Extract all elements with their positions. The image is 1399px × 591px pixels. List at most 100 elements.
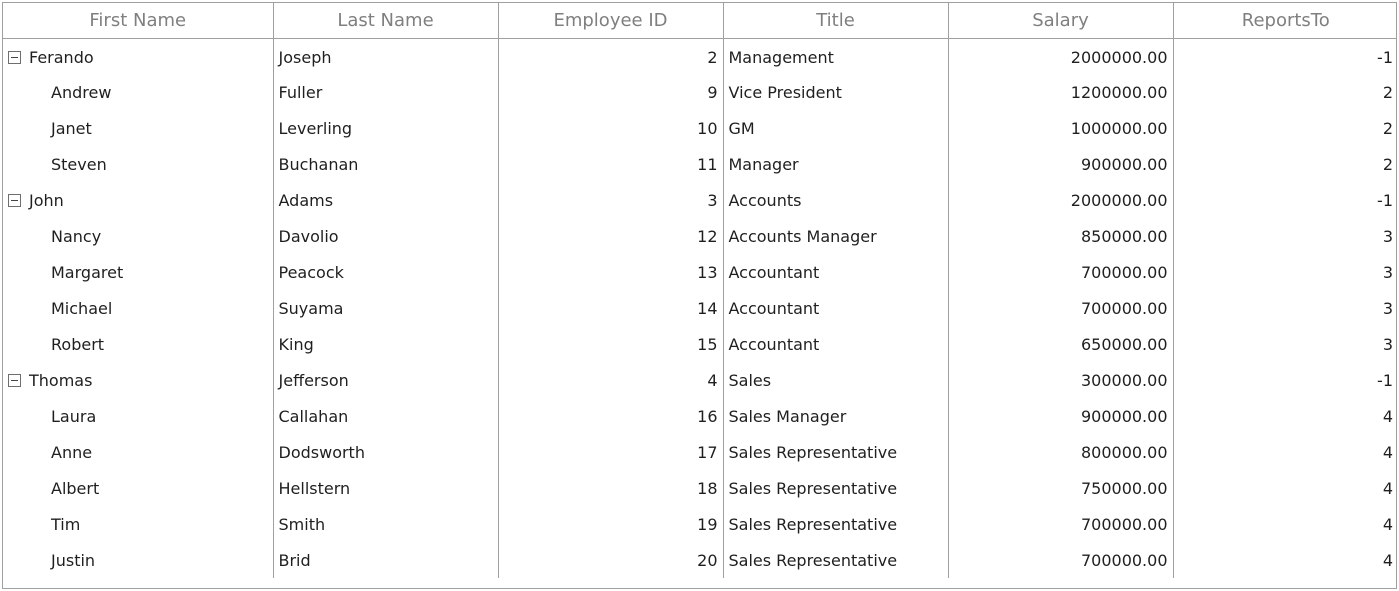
column-header-first-name[interactable]: First Name [3,3,274,39]
cell-last-name[interactable]: Hellstern [273,470,499,506]
cell-employee-id[interactable]: 2 [498,38,724,74]
cell-last-name[interactable]: Brid [273,542,499,578]
cell-first-name[interactable]: Justin [3,542,274,578]
cell-first-name[interactable]: Albert [3,470,274,506]
table-row-parent[interactable]: Thomas Jefferson 4 Sales 300000.00 -1 [3,362,1396,398]
table-row[interactable]: Justin Brid 20 Sales Representative 700000.0… [3,542,1396,578]
cell-title[interactable]: Sales Manager [723,398,949,434]
tree-grid[interactable]: First Name Last Name Employee ID Title S… [2,2,1397,589]
cell-salary[interactable]: 850000.00 [948,218,1174,254]
cell-last-name[interactable]: Leverling [273,110,499,146]
table-row[interactable]: Michael Suyama 14 Accountant 700000.00 3 [3,290,1396,326]
cell-reports-to[interactable]: 2 [1173,110,1396,146]
cell-employee-id[interactable]: 12 [498,218,724,254]
table-row[interactable]: Margaret Peacock 13 Accountant 700000.00 3 [3,254,1396,290]
cell-salary[interactable]: 700000.00 [948,290,1174,326]
cell-first-name[interactable]: Tim [3,506,274,542]
cell-employee-id[interactable]: 17 [498,434,724,470]
collapse-minus-icon[interactable] [8,193,21,207]
cell-employee-id[interactable]: 20 [498,542,724,578]
cell-title[interactable]: Management [723,38,949,74]
cell-first-name[interactable]: Nancy [3,218,274,254]
cell-last-name[interactable]: Davolio [273,218,499,254]
cell-reports-to[interactable]: 3 [1173,290,1396,326]
cell-last-name[interactable]: Suyama [273,290,499,326]
cell-title[interactable]: Sales Representative [723,470,949,506]
cell-salary[interactable]: 300000.00 [948,362,1174,398]
cell-employee-id[interactable]: 19 [498,506,724,542]
cell-first-name[interactable]: Thomas [3,362,274,398]
cell-first-name[interactable]: Janet [3,110,274,146]
cell-last-name[interactable]: Adams [273,182,499,218]
cell-title[interactable]: Accounts Manager [723,218,949,254]
cell-last-name[interactable]: Dodsworth [273,434,499,470]
table-row[interactable]: Tim Smith 19 Sales Representative 700000.00 4 [3,506,1396,542]
cell-first-name[interactable]: Margaret [3,254,274,290]
cell-salary[interactable]: 700000.00 [948,506,1174,542]
column-header-reports-to[interactable]: ReportsTo [1173,3,1396,39]
table-row[interactable]: Steven Buchanan 11 Manager 900000.00 2 [3,146,1396,182]
cell-reports-to[interactable]: -1 [1173,182,1396,218]
cell-title[interactable]: Vice President [723,74,949,110]
cell-salary[interactable]: 700000.00 [948,254,1174,290]
cell-reports-to[interactable]: 3 [1173,326,1396,362]
collapse-minus-icon[interactable] [8,373,21,387]
cell-title[interactable]: Sales Representative [723,506,949,542]
cell-salary[interactable]: 2000000.00 [948,182,1174,218]
cell-salary[interactable]: 900000.00 [948,146,1174,182]
cell-first-name[interactable]: Steven [3,146,274,182]
cell-title[interactable]: Sales [723,362,949,398]
table-row[interactable]: Nancy Davolio 12 Accounts Manager 850000.00 3 [3,218,1396,254]
cell-last-name[interactable]: Joseph [273,38,499,74]
table-row-parent[interactable]: John Adams 3 Accounts 2000000.00 -1 [3,182,1396,218]
cell-reports-to[interactable]: 4 [1173,542,1396,578]
table-row[interactable]: Janet Leverling 10 GM 1000000.00 2 [3,110,1396,146]
column-header-employee-id[interactable]: Employee ID [498,3,724,39]
cell-employee-id[interactable]: 4 [498,362,724,398]
cell-employee-id[interactable]: 10 [498,110,724,146]
cell-salary[interactable]: 650000.00 [948,326,1174,362]
cell-employee-id[interactable]: 9 [498,74,724,110]
table-row[interactable]: Albert Hellstern 18 Sales Representative 750… [3,470,1396,506]
column-header-salary[interactable]: Salary [948,3,1174,39]
cell-employee-id[interactable]: 16 [498,398,724,434]
cell-last-name[interactable]: Callahan [273,398,499,434]
cell-reports-to[interactable]: -1 [1173,38,1396,74]
cell-employee-id[interactable]: 15 [498,326,724,362]
cell-title[interactable]: GM [723,110,949,146]
cell-salary[interactable]: 1200000.00 [948,74,1174,110]
cell-title[interactable]: Accounts [723,182,949,218]
cell-first-name[interactable]: Robert [3,326,274,362]
cell-first-name[interactable]: Michael [3,290,274,326]
column-header-last-name[interactable]: Last Name [273,3,499,39]
cell-salary[interactable]: 800000.00 [948,434,1174,470]
table-row-parent[interactable]: Ferando Joseph 2 Management 2000000.00 -1 [3,38,1396,74]
cell-salary[interactable]: 1000000.00 [948,110,1174,146]
cell-reports-to[interactable]: 4 [1173,434,1396,470]
cell-employee-id[interactable]: 18 [498,470,724,506]
cell-last-name[interactable]: Smith [273,506,499,542]
table-row[interactable]: Andrew Fuller 9 Vice President 1200000.00 2 [3,74,1396,110]
cell-title[interactable]: Manager [723,146,949,182]
cell-salary[interactable]: 900000.00 [948,398,1174,434]
cell-reports-to[interactable]: 2 [1173,74,1396,110]
cell-salary[interactable]: 2000000.00 [948,38,1174,74]
cell-salary[interactable]: 750000.00 [948,470,1174,506]
cell-first-name[interactable]: Anne [3,434,274,470]
cell-reports-to[interactable]: 4 [1173,506,1396,542]
cell-title[interactable]: Sales Representative [723,542,949,578]
cell-last-name[interactable]: Jefferson [273,362,499,398]
cell-reports-to[interactable]: 4 [1173,398,1396,434]
cell-reports-to[interactable]: 3 [1173,254,1396,290]
cell-employee-id[interactable]: 11 [498,146,724,182]
cell-last-name[interactable]: King [273,326,499,362]
cell-first-name[interactable]: Laura [3,398,274,434]
cell-last-name[interactable]: Fuller [273,74,499,110]
cell-reports-to[interactable]: 4 [1173,470,1396,506]
table-row[interactable]: Anne Dodsworth 17 Sales Representative 80000… [3,434,1396,470]
cell-employee-id[interactable]: 14 [498,290,724,326]
cell-first-name[interactable]: John [3,182,274,218]
cell-title[interactable]: Accountant [723,290,949,326]
cell-employee-id[interactable]: 3 [498,182,724,218]
cell-first-name[interactable]: Ferando [3,38,274,74]
